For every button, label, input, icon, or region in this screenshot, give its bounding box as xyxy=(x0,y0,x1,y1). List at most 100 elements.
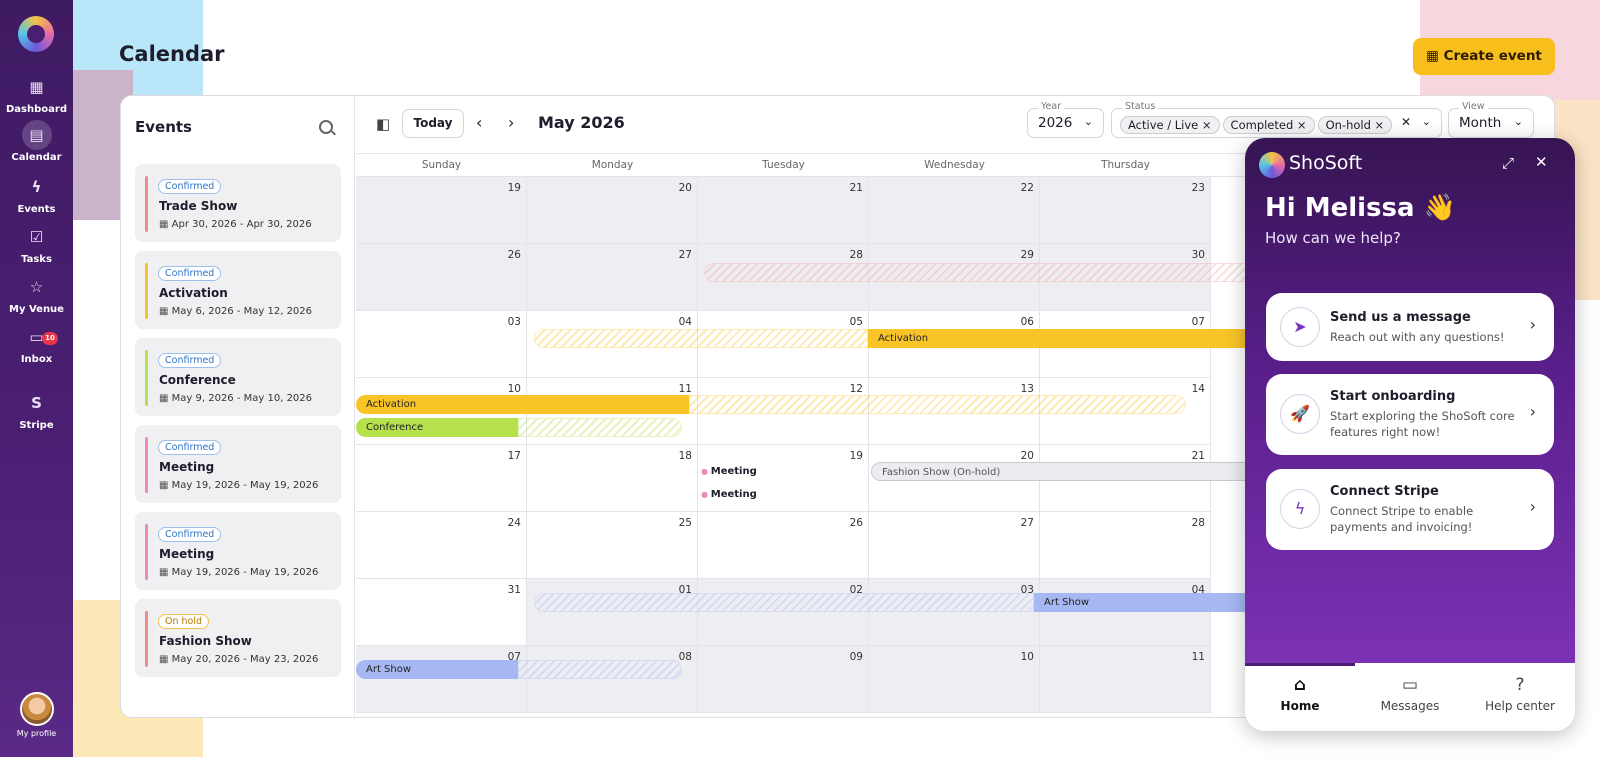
day-number: 31 xyxy=(507,584,521,596)
day-cell[interactable]: 03 xyxy=(869,579,1040,646)
day-number: 20 xyxy=(678,182,692,194)
event-list-item[interactable]: Confirmed Conference May 9, 2026 - May 10,… xyxy=(135,338,341,416)
expand-icon[interactable]: ⤢ xyxy=(1502,154,1514,172)
day-number: 08 xyxy=(678,651,692,663)
day-cell[interactable]: 07 xyxy=(356,646,527,713)
event-name: Trade Show xyxy=(159,199,238,213)
event-list-item[interactable]: Confirmed Activation May 6, 2026 - May 12,… xyxy=(135,251,341,329)
collapse-panel-icon[interactable]: ◧ xyxy=(376,115,390,133)
day-cell[interactable]: 27 xyxy=(869,512,1040,579)
clear-icon[interactable]: ✕ xyxy=(1401,115,1411,129)
day-cell[interactable]: 17 xyxy=(356,445,527,512)
day-cell[interactable]: 04 xyxy=(1040,579,1211,646)
day-cell[interactable]: 19 xyxy=(698,445,869,512)
day-cell[interactable]: 26 xyxy=(698,512,869,579)
day-cell[interactable]: 22 xyxy=(869,177,1040,244)
prev-month-icon[interactable]: ‹ xyxy=(476,113,482,132)
event-bar-conference[interactable]: Conference xyxy=(356,418,682,437)
day-cell[interactable]: 08 xyxy=(527,646,698,713)
my-profile[interactable]: My profile xyxy=(0,692,73,738)
status-chip[interactable]: Completed × xyxy=(1222,116,1315,134)
weekday-label: Thursday xyxy=(1101,159,1150,171)
chat-subtitle: How can we help? xyxy=(1265,229,1401,247)
day-number: 17 xyxy=(507,450,521,462)
event-list-item[interactable]: On hold Fashion Show May 20, 2026 - May 23… xyxy=(135,599,341,677)
status-filter[interactable]: Status Active / Live × Completed × On-hold… xyxy=(1111,101,1442,138)
event-dates: Apr 30, 2026 - Apr 30, 2026 xyxy=(159,219,312,230)
day-cell[interactable]: 24 xyxy=(356,512,527,579)
day-cell[interactable]: 19 xyxy=(356,177,527,244)
event-name: Fashion Show xyxy=(159,634,252,648)
day-cell[interactable]: 11 xyxy=(1040,646,1211,713)
event-list-item[interactable]: Confirmed Trade Show Apr 30, 2026 - Apr 30… xyxy=(135,164,341,242)
sidebar-item-my-venue[interactable]: ☆ My Venue xyxy=(0,272,73,315)
event-bar-activation-w3[interactable]: Activation xyxy=(356,395,1186,414)
event-dates: May 19, 2026 - May 19, 2026 xyxy=(159,480,319,491)
day-number: 06 xyxy=(1020,316,1034,328)
event-list-item[interactable]: Confirmed Meeting May 19, 2026 - May 19, 2… xyxy=(135,425,341,503)
status-chip[interactable]: Active / Live × xyxy=(1120,116,1220,134)
events-panel-title: Events xyxy=(135,118,192,136)
sidebar-item-dashboard[interactable]: ▦ Dashboard xyxy=(0,72,73,115)
day-cell[interactable]: 09 xyxy=(698,646,869,713)
event-name: Meeting xyxy=(159,460,215,474)
sidebar-item-calendar[interactable]: ▤ Calendar xyxy=(0,120,73,163)
sidebar-item-stripe[interactable]: S Stripe xyxy=(0,388,73,431)
day-cell[interactable]: 21 xyxy=(698,177,869,244)
event-bar-label: Art Show xyxy=(366,664,412,675)
event-bar-art-show-w7[interactable]: Art Show xyxy=(356,660,682,679)
close-icon[interactable]: ✕ xyxy=(1535,153,1548,171)
day-cell[interactable]: 03 xyxy=(356,311,527,378)
start-onboarding-card[interactable]: 🚀 Start onboarding Start exploring the S… xyxy=(1266,374,1554,455)
today-button[interactable]: Today xyxy=(402,109,464,138)
rocket-icon: 🚀 xyxy=(1280,394,1320,434)
view-select[interactable]: View Month ⌄ xyxy=(1448,101,1534,138)
app-logo[interactable] xyxy=(18,16,54,52)
tentative-range xyxy=(689,395,1186,414)
next-month-icon[interactable]: › xyxy=(508,113,514,132)
tentative-range xyxy=(518,418,682,437)
day-cell[interactable]: 23 xyxy=(1040,177,1211,244)
event-bar-label: Art Show xyxy=(1044,597,1090,608)
day-cell[interactable]: 26 xyxy=(356,244,527,311)
chevron-right-icon: › xyxy=(1529,315,1536,334)
event-bar-label: Fashion Show (On-hold) xyxy=(882,467,1001,478)
day-cell[interactable]: 18 xyxy=(527,445,698,512)
day-number: 18 xyxy=(678,450,692,462)
clipboard-icon: ☑ xyxy=(29,228,44,246)
connect-stripe-card[interactable]: ϟ Connect Stripe Connect Stripe to enabl… xyxy=(1266,469,1554,550)
sidebar-item-tasks[interactable]: ☑ Tasks xyxy=(0,222,73,265)
tentative-range xyxy=(534,329,868,348)
day-number: 27 xyxy=(678,249,692,261)
day-cell[interactable]: 01 xyxy=(527,579,698,646)
day-cell[interactable]: 27 xyxy=(527,244,698,311)
day-number: 25 xyxy=(678,517,692,529)
sidebar: ▦ Dashboard ▤ Calendar ϟ Events ☑ Tasks ☆ My … xyxy=(0,0,73,757)
sidebar-item-inbox[interactable]: ▭ 10 Inbox xyxy=(0,322,73,365)
sidebar-item-events[interactable]: ϟ Events xyxy=(0,172,73,215)
search-icon[interactable] xyxy=(319,120,333,134)
day-number: 05 xyxy=(849,316,863,328)
day-number: 10 xyxy=(507,383,521,395)
meeting-item[interactable]: Meeting xyxy=(701,489,757,500)
event-list-item[interactable]: Confirmed Meeting May 19, 2026 - May 19, 2… xyxy=(135,512,341,590)
day-cell[interactable]: 20 xyxy=(527,177,698,244)
tab-messages[interactable]: ▭ Messages xyxy=(1355,663,1465,731)
day-cell[interactable]: 28 xyxy=(1040,512,1211,579)
tab-home[interactable]: ⌂ Home xyxy=(1245,663,1355,731)
day-number: 07 xyxy=(1191,316,1205,328)
meeting-item[interactable]: Meeting xyxy=(701,466,757,477)
year-select[interactable]: Year 2026 ⌄ xyxy=(1027,101,1104,138)
create-event-button[interactable]: ▦ Create event xyxy=(1413,38,1555,75)
chevron-right-icon: › xyxy=(1529,497,1536,516)
status-chip[interactable]: On-hold × xyxy=(1317,116,1393,134)
day-cell[interactable]: 31 xyxy=(356,579,527,646)
tab-help-center[interactable]: ? Help center xyxy=(1465,663,1575,731)
day-cell[interactable]: 25 xyxy=(527,512,698,579)
day-cell[interactable]: 10 xyxy=(869,646,1040,713)
chat-header: ShoSoft ⤢ ✕ Hi Melissa 👋 How can we help… xyxy=(1245,138,1575,663)
star-icon: ☆ xyxy=(29,278,44,296)
day-number: 29 xyxy=(1020,249,1034,261)
send-message-card[interactable]: ➤ Send us a message Reach out with any q… xyxy=(1266,293,1554,361)
day-cell[interactable]: 02 xyxy=(698,579,869,646)
